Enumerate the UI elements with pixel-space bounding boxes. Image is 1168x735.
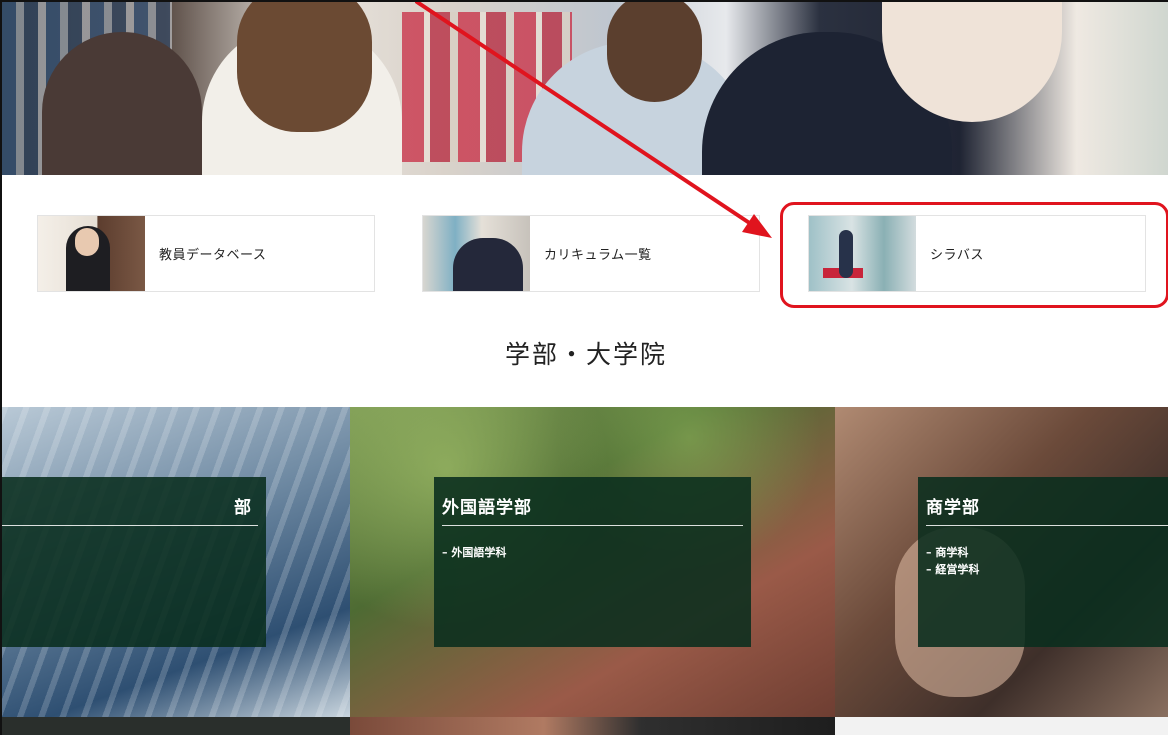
faculty-tile-row2-2[interactable] — [350, 717, 835, 735]
faculty-tile-row2-1[interactable] — [2, 717, 350, 735]
section-title: 学部・大学院 — [504, 340, 667, 369]
faculty-tile-foreign-languages[interactable]: 外国語学部 外国語学科 — [350, 407, 835, 717]
department-link-management[interactable]: 経営学科 — [926, 561, 1168, 578]
department-link-foreign-languages[interactable]: 外国語学科 — [442, 544, 743, 561]
hero-image — [2, 2, 1168, 175]
faculty-title-commerce: 商学部 — [926, 493, 1168, 526]
annotation-highlight-box — [780, 202, 1168, 308]
curriculum-list-label: カリキュラム一覧 — [544, 248, 652, 263]
faculty-overlay-2: 外国語学部 外国語学科 — [434, 477, 751, 647]
teacher-thumbnail — [38, 216, 145, 291]
department-link[interactable]: 科 — [2, 544, 258, 561]
faculty-database-link[interactable]: 教員データベース — [37, 215, 375, 292]
faculty-overlay-1: 部 科 — [2, 477, 266, 647]
department-link-commerce[interactable]: 商学科 — [926, 544, 1168, 561]
faculty-database-label: 教員データベース — [159, 248, 267, 263]
page-frame: 教員データベース カリキュラム一覧 シラバス 学部・大学院 部 科 外国語学部 … — [0, 0, 1168, 735]
faculty-overlay-3: 商学部 商学科 経営学科 — [918, 477, 1168, 647]
faculty-tile-commerce[interactable]: 商学部 商学科 経営学科 — [835, 407, 1168, 717]
faculty-title-1: 部 — [2, 493, 258, 526]
classroom-thumbnail — [423, 216, 530, 291]
curriculum-list-link[interactable]: カリキュラム一覧 — [422, 215, 760, 292]
faculty-tile-1[interactable]: 部 科 — [2, 407, 350, 717]
faculty-title-foreign-languages: 外国語学部 — [442, 493, 743, 526]
faculty-tile-row2-3[interactable] — [835, 717, 1168, 735]
